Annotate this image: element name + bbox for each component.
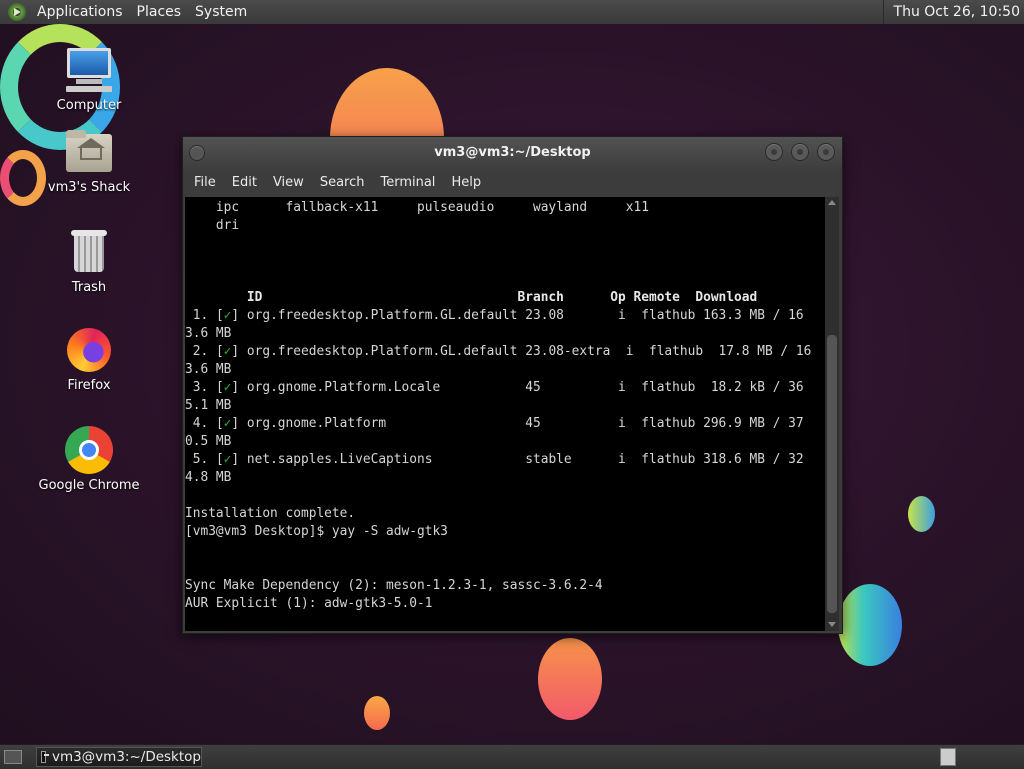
table-row-wrap: 4.8 MB bbox=[185, 470, 232, 485]
table-row: 4. [✓] org.gnome.Platform 45 i flathub 2… bbox=[185, 416, 804, 431]
table-row-wrap: 0.5 MB bbox=[185, 434, 232, 449]
terminal-line: dri bbox=[185, 218, 240, 233]
table-header: ID Branch Op Remote Download bbox=[185, 290, 758, 305]
desktop-icon-label: Google Chrome bbox=[38, 478, 140, 493]
desktop-icon-trash[interactable]: Trash bbox=[34, 228, 144, 295]
bottom-panel: vm3@vm3:~/Desktop bbox=[0, 744, 1024, 769]
clock[interactable]: Thu Oct 26, 10:50 bbox=[882, 0, 1024, 24]
desktop-icon-label: Computer bbox=[56, 98, 122, 113]
window-menubar: File Edit View Search Terminal Help bbox=[183, 169, 842, 195]
distro-logo-icon[interactable] bbox=[8, 3, 26, 21]
table-row: 3. [✓] org.gnome.Platform.Locale 45 i fl… bbox=[185, 380, 804, 395]
desktop-icon-chrome[interactable]: Google Chrome bbox=[34, 426, 144, 493]
scrollbar-thumb[interactable] bbox=[827, 335, 837, 613]
home-folder-icon bbox=[64, 128, 114, 176]
table-row-wrap: 5.1 MB bbox=[185, 398, 232, 413]
install-complete-message: Installation complete. bbox=[185, 506, 356, 521]
top-panel: Applications Places System Thu Oct 26, 1… bbox=[0, 0, 1024, 25]
desktop-icon-computer[interactable]: Computer bbox=[34, 46, 144, 113]
show-desktop-icon[interactable] bbox=[4, 750, 22, 764]
desktop-icon-home[interactable]: vm3's Shack bbox=[34, 128, 144, 195]
shell-prompt: [vm3@vm3 Desktop]$ yay -S adw-gtk3 bbox=[185, 524, 448, 539]
wallpaper-shape bbox=[908, 496, 935, 532]
desktop-icon-label: Firefox bbox=[67, 378, 111, 393]
table-row-wrap: 3.6 MB bbox=[185, 362, 232, 377]
menu-search[interactable]: Search bbox=[312, 175, 373, 190]
table-row: 1. [✓] org.freedesktop.Platform.GL.defau… bbox=[185, 308, 804, 323]
places-menu[interactable]: Places bbox=[130, 4, 189, 20]
wallpaper-shape bbox=[538, 638, 602, 720]
desktop-icon-label: vm3's Shack bbox=[47, 180, 131, 195]
desktop-icon-firefox[interactable]: Firefox bbox=[34, 326, 144, 393]
menu-terminal[interactable]: Terminal bbox=[372, 175, 443, 190]
taskbar-item-terminal[interactable]: vm3@vm3:~/Desktop bbox=[36, 747, 202, 767]
window-title: vm3@vm3:~/Desktop bbox=[434, 145, 591, 160]
table-row-wrap: 3.6 MB bbox=[185, 326, 232, 341]
firefox-icon bbox=[64, 326, 114, 374]
table-row: 2. [✓] org.freedesktop.Platform.GL.defau… bbox=[185, 344, 812, 359]
applications-menu[interactable]: Applications bbox=[30, 4, 130, 20]
terminal-line: ipc fallback-x11 pulseaudio wayland x11 bbox=[185, 200, 649, 215]
wallpaper-shape bbox=[838, 584, 902, 666]
desktop-icon-label: Trash bbox=[71, 280, 107, 295]
scroll-up-icon[interactable] bbox=[828, 200, 836, 205]
sync-dependency-line: Sync Make Dependency (2): meson-1.2.3-1,… bbox=[185, 578, 603, 593]
computer-icon bbox=[64, 46, 114, 94]
terminal-icon bbox=[41, 751, 49, 763]
minimize-button[interactable] bbox=[765, 143, 783, 161]
aur-explicit-line: AUR Explicit (1): adw-gtk3-5.0-1 bbox=[185, 596, 433, 611]
system-menu[interactable]: System bbox=[188, 4, 254, 20]
menu-file[interactable]: File bbox=[186, 175, 224, 190]
maximize-button[interactable] bbox=[791, 143, 809, 161]
window-titlebar[interactable]: vm3@vm3:~/Desktop bbox=[183, 137, 842, 169]
workspace-switcher[interactable] bbox=[940, 748, 956, 766]
terminal-scrollbar[interactable] bbox=[825, 197, 839, 631]
chrome-icon bbox=[64, 426, 114, 474]
taskbar-item-label: vm3@vm3:~/Desktop bbox=[51, 749, 201, 765]
menu-view[interactable]: View bbox=[265, 175, 312, 190]
table-row: 5. [✓] net.sapples.LiveCaptions stable i… bbox=[185, 452, 804, 467]
scroll-down-icon[interactable] bbox=[828, 622, 836, 627]
wallpaper-shape bbox=[364, 696, 390, 730]
menu-edit[interactable]: Edit bbox=[224, 175, 265, 190]
terminal-output[interactable]: ipc fallback-x11 pulseaudio wayland x11 … bbox=[185, 197, 825, 631]
trash-icon bbox=[64, 228, 114, 276]
close-button[interactable] bbox=[817, 143, 835, 161]
terminal-window[interactable]: vm3@vm3:~/Desktop File Edit View Search … bbox=[182, 136, 843, 634]
menu-help[interactable]: Help bbox=[443, 175, 489, 190]
